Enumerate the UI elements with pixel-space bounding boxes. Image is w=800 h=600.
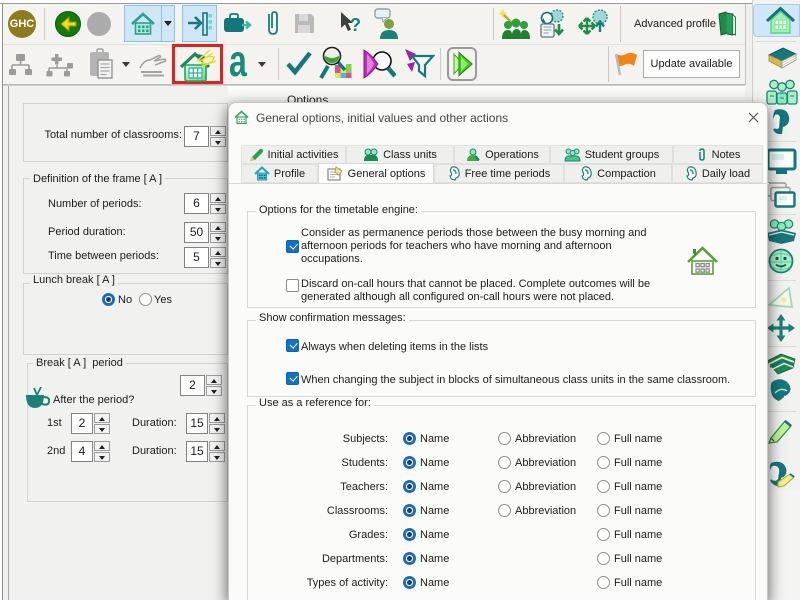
svg-text:?: ? (350, 15, 361, 35)
